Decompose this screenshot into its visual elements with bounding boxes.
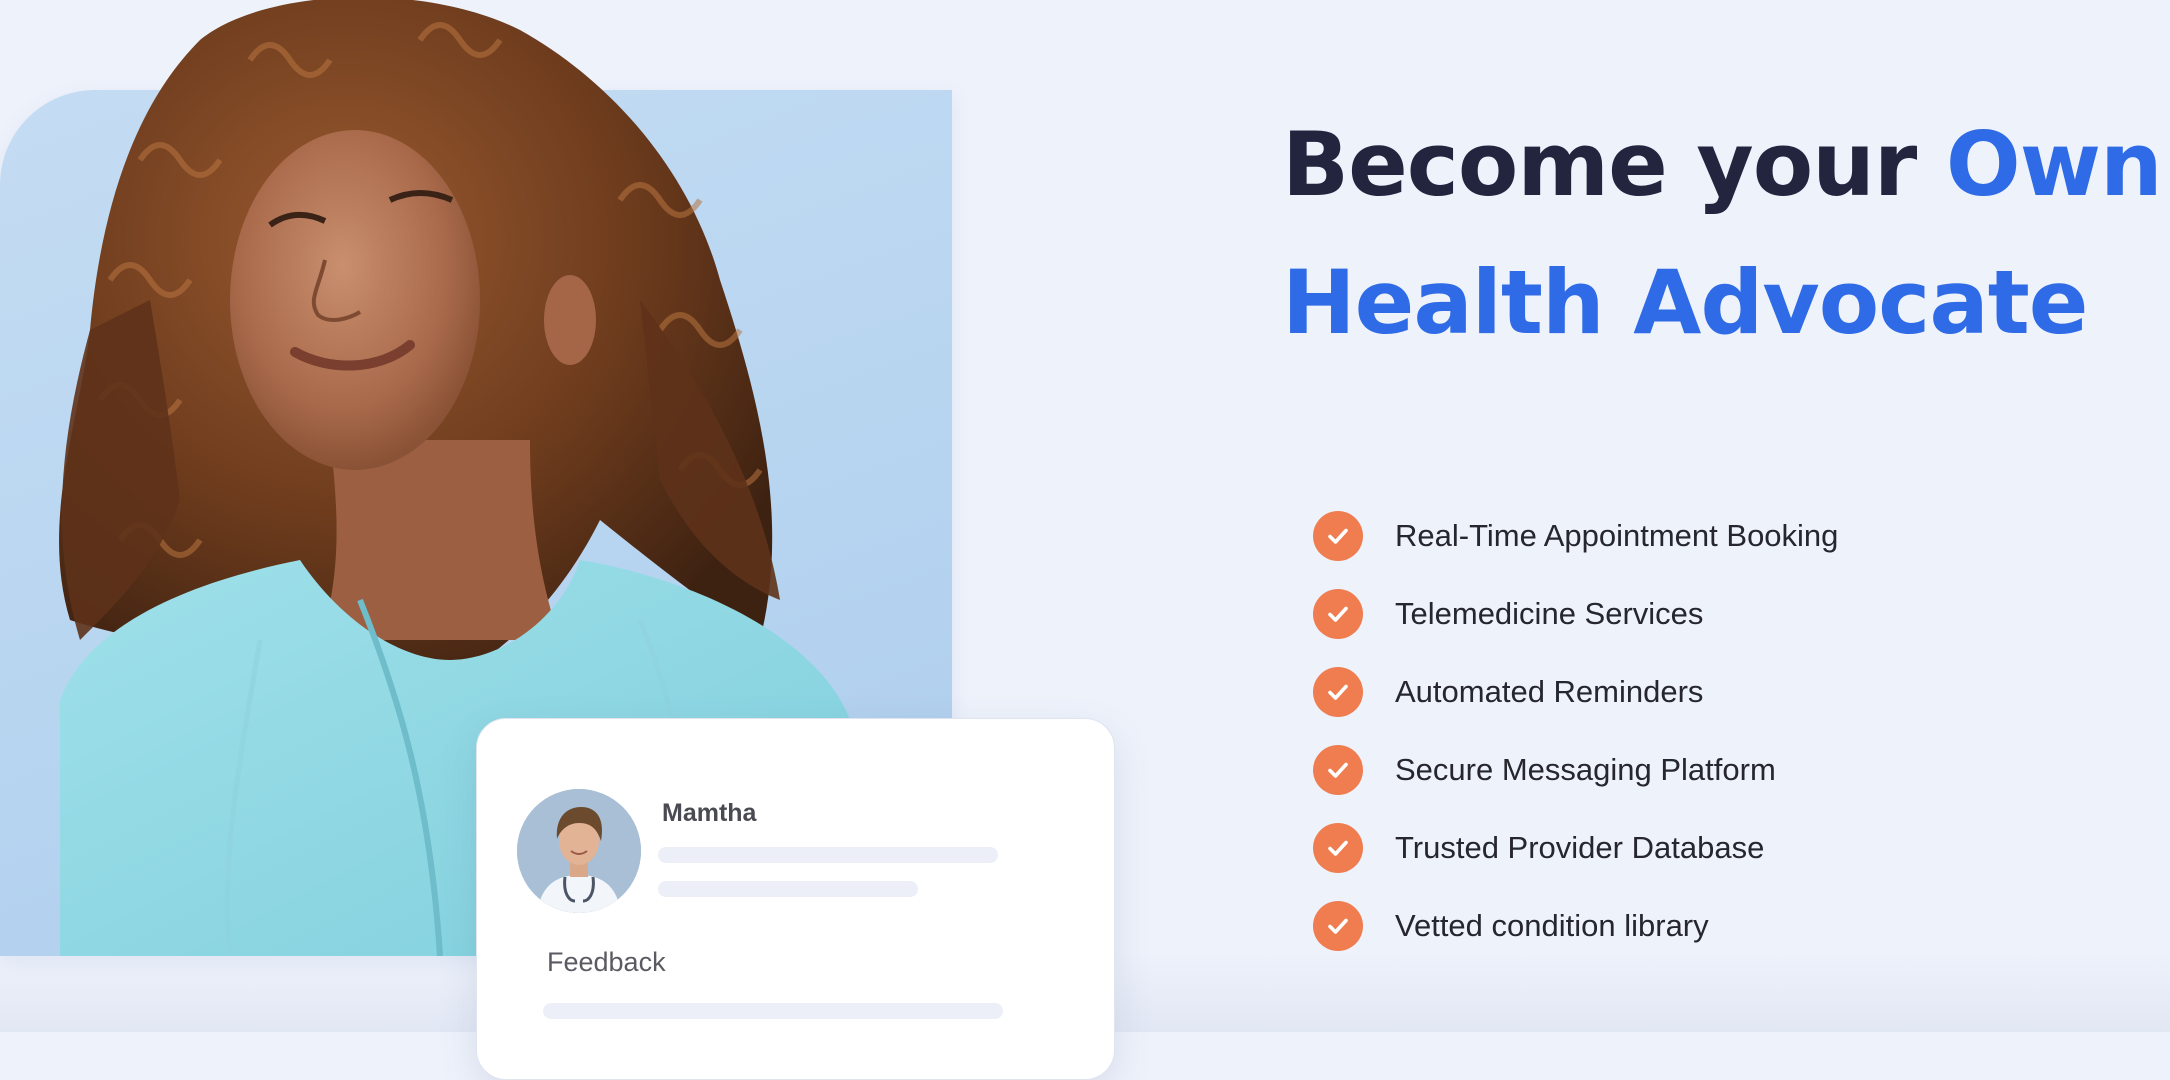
check-circle-icon bbox=[1313, 667, 1363, 717]
feature-label: Automated Reminders bbox=[1395, 674, 1704, 709]
feedback-card[interactable]: Mamtha Feedback bbox=[476, 718, 1115, 1080]
headline-part-accent-line2: Health Advocate bbox=[1282, 251, 2088, 354]
feature-list: Real-Time Appointment Booking Telemedici… bbox=[1313, 497, 1838, 965]
feature-label: Telemedicine Services bbox=[1395, 596, 1704, 631]
check-circle-icon bbox=[1313, 823, 1363, 873]
text-placeholder-line bbox=[543, 1003, 1003, 1019]
text-placeholder-line bbox=[658, 881, 918, 897]
check-circle-icon bbox=[1313, 901, 1363, 951]
reviewer-name: Mamtha bbox=[662, 799, 757, 827]
text-placeholder-line bbox=[658, 847, 998, 863]
feature-label: Trusted Provider Database bbox=[1395, 830, 1765, 865]
feature-item: Vetted condition library bbox=[1313, 887, 1838, 965]
feature-item: Real-Time Appointment Booking bbox=[1313, 497, 1838, 575]
check-circle-icon bbox=[1313, 745, 1363, 795]
feature-item: Secure Messaging Platform bbox=[1313, 731, 1838, 809]
check-circle-icon bbox=[1313, 589, 1363, 639]
feature-item: Trusted Provider Database bbox=[1313, 809, 1838, 887]
headline-part-dark: Become your bbox=[1282, 113, 1946, 216]
feedback-label: Feedback bbox=[547, 947, 666, 977]
feature-item: Telemedicine Services bbox=[1313, 575, 1838, 653]
feature-item: Automated Reminders bbox=[1313, 653, 1838, 731]
feature-label: Real-Time Appointment Booking bbox=[1395, 518, 1839, 553]
feature-label: Vetted condition library bbox=[1395, 908, 1709, 943]
feature-label: Secure Messaging Platform bbox=[1395, 752, 1776, 787]
doctor-avatar bbox=[517, 789, 641, 913]
hero-headline: Become your Own Health Advocate bbox=[1282, 96, 2163, 372]
headline-part-accent: Own bbox=[1945, 113, 2163, 216]
check-circle-icon bbox=[1313, 511, 1363, 561]
